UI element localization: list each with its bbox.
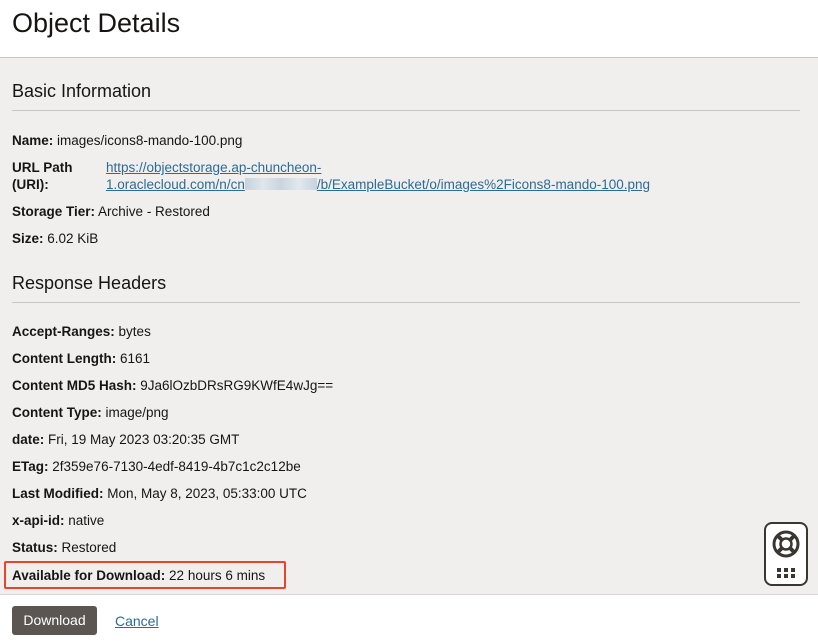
url-line2-suffix[interactable]: /b/ExampleBucket/o/images%2Ficons8-mando… bbox=[317, 177, 650, 192]
url-line2[interactable]: 1.oraclecloud.com/n/cn/b/ExampleBucket/o… bbox=[106, 176, 706, 193]
basic-information-heading: Basic Information bbox=[12, 81, 152, 101]
header-value: 2f359e76-7130-4edf-8419-4b7c1c2c12be bbox=[52, 459, 301, 474]
storage-tier-row: Storage Tier: Archive - Restored bbox=[12, 203, 210, 220]
header-label: Last Modified: bbox=[12, 486, 104, 501]
header-value: 6161 bbox=[120, 351, 151, 366]
cancel-link[interactable]: Cancel bbox=[115, 613, 159, 629]
url-path-label: URL Path (URI): bbox=[12, 159, 92, 193]
url-line1[interactable]: https://objectstorage.ap-chuncheon- bbox=[106, 159, 706, 176]
size-label: Size: bbox=[12, 231, 44, 246]
header-row-x-api-id: x-api-id: native bbox=[12, 512, 104, 529]
header-label: Status: bbox=[12, 540, 58, 555]
lifebuoy-icon[interactable] bbox=[771, 529, 801, 564]
header-label: Accept-Ranges: bbox=[12, 324, 115, 339]
header-value: image/png bbox=[105, 405, 169, 420]
header-row-last-modified: Last Modified: Mon, May 8, 2023, 05:33:0… bbox=[12, 485, 307, 502]
header-row-content-md5: Content MD5 Hash: 9Ja6lOzbDRsRG9KWfE4wJg… bbox=[12, 377, 333, 394]
grid-icon[interactable] bbox=[776, 566, 796, 584]
name-value: images/icons8-mando-100.png bbox=[57, 133, 243, 148]
url-path-link[interactable]: https://objectstorage.ap-chuncheon- 1.or… bbox=[106, 159, 706, 193]
name-row: Name: images/icons8-mando-100.png bbox=[12, 132, 242, 149]
header-label: ETag: bbox=[12, 459, 49, 474]
download-button[interactable]: Download bbox=[12, 606, 97, 635]
header-value: Restored bbox=[61, 540, 117, 555]
size-value: 6.02 KiB bbox=[47, 231, 99, 246]
header-row-status: Status: Restored bbox=[12, 539, 116, 556]
name-label: Name: bbox=[12, 133, 54, 148]
url-label-line1: URL Path bbox=[12, 160, 73, 175]
section-divider bbox=[12, 110, 800, 111]
storage-tier-value: Archive - Restored bbox=[98, 204, 210, 219]
url-label-line2: (URI): bbox=[12, 177, 49, 192]
header-row-date: date: Fri, 19 May 2023 03:20:35 GMT bbox=[12, 431, 239, 448]
header-value: 9Ja6lOzbDRsRG9KWfE4wJg== bbox=[140, 378, 334, 393]
header-label: Content Type: bbox=[12, 405, 102, 420]
header-label: Content Length: bbox=[12, 351, 117, 366]
header-row-etag: ETag: 2f359e76-7130-4edf-8419-4b7c1c2c12… bbox=[12, 458, 301, 475]
header-value: native bbox=[68, 513, 105, 528]
action-footer: Download Cancel bbox=[0, 594, 818, 643]
header-row-content-type: Content Type: image/png bbox=[12, 404, 169, 421]
header-label: Content MD5 Hash: bbox=[12, 378, 137, 393]
header-value: bytes bbox=[118, 324, 151, 339]
section-divider bbox=[12, 302, 800, 303]
redacted-namespace bbox=[244, 178, 317, 190]
header-value: Fri, 19 May 2023 03:20:35 GMT bbox=[48, 432, 240, 447]
storage-tier-label: Storage Tier: bbox=[12, 204, 96, 219]
header-row-content-length: Content Length: 6161 bbox=[12, 350, 150, 367]
header-row-accept-ranges: Accept-Ranges: bytes bbox=[12, 323, 151, 340]
page-title: Object Details bbox=[12, 8, 181, 38]
help-widget[interactable] bbox=[764, 522, 808, 586]
size-row: Size: 6.02 KiB bbox=[12, 230, 98, 247]
response-headers-heading: Response Headers bbox=[12, 273, 167, 293]
page-header: Object Details bbox=[0, 0, 818, 58]
header-value: Mon, May 8, 2023, 05:33:00 UTC bbox=[107, 486, 307, 501]
url-line2-prefix[interactable]: 1.oraclecloud.com/n/cn bbox=[106, 177, 245, 192]
availability-highlight-box bbox=[4, 561, 286, 589]
object-details-panel[interactable]: Basic Information Name: images/icons8-ma… bbox=[0, 58, 818, 594]
header-label: date: bbox=[12, 432, 45, 447]
header-label: x-api-id: bbox=[12, 513, 65, 528]
